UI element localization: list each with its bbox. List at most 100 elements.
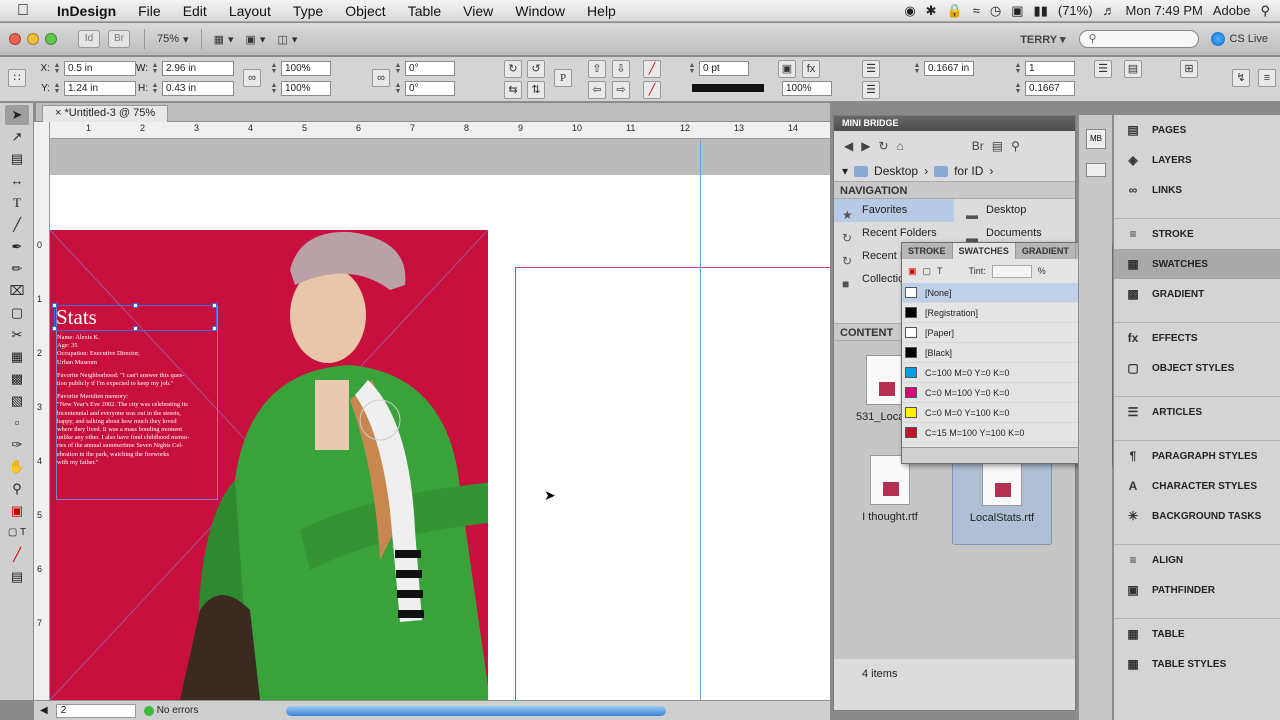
free-transform-tool-icon[interactable]: ▦ — [5, 347, 29, 367]
w-input[interactable]: 2.96 in — [162, 61, 234, 76]
bridge-icon[interactable]: Br — [972, 139, 984, 153]
spotlight-icon[interactable]: ⚲ — [1260, 3, 1270, 19]
tab-gradient[interactable]: GRADIENT — [1016, 243, 1076, 259]
fx-icon[interactable]: fx — [802, 60, 820, 78]
h-input[interactable]: 0.43 in — [162, 81, 234, 96]
type-tool-icon[interactable]: T — [5, 193, 29, 213]
dock-item-pathfinder[interactable]: ▣ PATHFINDER — [1114, 575, 1280, 605]
menu-window[interactable]: Window — [504, 3, 576, 19]
search-input[interactable]: ⚲ — [1079, 30, 1200, 48]
spinner-icon[interactable]: ▲ ▼ — [688, 62, 696, 75]
note-tool-icon[interactable]: ▫ — [5, 413, 29, 433]
display-icon[interactable]: ▣ — [1011, 3, 1023, 19]
stroke-weight-input[interactable]: 0 pt — [699, 61, 749, 76]
menu-help[interactable]: Help — [576, 3, 627, 19]
resize-handle[interactable] — [212, 326, 217, 331]
dock-item-links[interactable]: ∞ LINKS — [1114, 175, 1280, 205]
workspace-switcher[interactable]: TERRY ▾ — [1020, 33, 1079, 46]
screen-mode-icon[interactable]: ▤ — [5, 567, 29, 587]
tools-icon[interactable]: ▤ — [992, 139, 1003, 153]
dock-item-paragraph-styles[interactable]: ¶ PARAGRAPH STYLES — [1114, 441, 1280, 471]
favorite-desktop[interactable]: ▬ Desktop — [958, 199, 1066, 222]
tab-stroke[interactable]: STROKE — [902, 243, 953, 259]
spinner-icon[interactable]: ▲ ▼ — [151, 82, 159, 95]
panel-menu-icon[interactable]: ≡ — [1258, 69, 1276, 87]
breadcrumb-desktop[interactable]: Desktop — [874, 164, 918, 178]
zoom-level-dropdown[interactable]: 75% ▾ — [151, 31, 195, 48]
page-number-input[interactable]: 2 — [55, 703, 136, 718]
stats-heading[interactable]: Stats — [56, 305, 97, 330]
eyedropper-tool-icon[interactable]: ✑ — [5, 435, 29, 455]
forward-icon[interactable]: ▶ — [861, 139, 870, 153]
rectangle-frame-tool-icon[interactable]: ⌧ — [5, 281, 29, 301]
menu-edit[interactable]: Edit — [172, 3, 218, 19]
breadcrumb-for-id[interactable]: for ID — [954, 164, 983, 178]
time-machine-icon[interactable]: ◷ — [990, 3, 1001, 19]
panel-icon[interactable] — [1086, 163, 1106, 177]
spinner-icon[interactable]: ▲ ▼ — [270, 62, 278, 75]
constrain-proportions-icon[interactable]: ∞ — [243, 69, 261, 87]
stroke-type-swatch[interactable] — [692, 84, 764, 92]
scale-x-input[interactable]: 100% — [281, 61, 331, 76]
rotate-cw-icon[interactable]: ↻ — [504, 60, 522, 78]
align-left-icon[interactable]: ☰ — [862, 60, 880, 78]
arrange-documents-dropdown[interactable]: ◫ ▾ — [271, 31, 303, 48]
tint-input[interactable] — [991, 264, 1032, 278]
baseline-grid-icon[interactable]: ⊞ — [1180, 60, 1198, 78]
select-next-icon[interactable]: ⇨ — [612, 81, 630, 99]
spinner-icon[interactable]: ▲ ▼ — [394, 62, 402, 75]
align-center-icon[interactable]: ☰ — [862, 81, 880, 99]
lock-icon[interactable]: 🔒 — [947, 3, 963, 19]
tab-swatches[interactable]: SWATCHES — [952, 243, 1016, 259]
shear-input[interactable]: 0° — [405, 81, 455, 96]
pen-tool-icon[interactable]: ✒ — [5, 237, 29, 257]
hand-tool-icon[interactable]: ✋ — [5, 457, 29, 477]
menu-type[interactable]: Type — [282, 3, 334, 19]
chevron-down-icon[interactable]: ▾ — [842, 164, 848, 178]
container-icon[interactable]: ▢ — [923, 266, 932, 277]
vertical-guide[interactable] — [700, 139, 701, 700]
gutter-input[interactable]: 0.1667 — [1025, 81, 1075, 96]
apple-menu-icon[interactable]:  — [0, 2, 46, 20]
offset-top-input[interactable]: 0.1667 in — [924, 61, 974, 76]
minimize-window-button[interactable] — [27, 33, 39, 45]
adobe-menu[interactable]: Adobe — [1213, 3, 1251, 18]
menu-view[interactable]: View — [452, 3, 504, 19]
dock-item-character-styles[interactable]: A CHARACTER STYLES — [1114, 471, 1280, 501]
page-tool-icon[interactable]: ▤ — [5, 149, 29, 169]
gradient-feather-tool-icon[interactable]: ▧ — [5, 391, 29, 411]
opacity-input[interactable]: 100% — [782, 81, 832, 96]
dock-item-swatches[interactable]: ▦ SWATCHES — [1114, 249, 1280, 279]
rectangle-tool-icon[interactable]: ▢ — [5, 303, 29, 323]
spinner-icon[interactable]: ▲ ▼ — [1014, 62, 1022, 75]
spinner-icon[interactable]: ▲ ▼ — [394, 82, 402, 95]
dock-item-gradient[interactable]: ▩ GRADIENT — [1114, 279, 1280, 309]
flip-vertical-icon[interactable]: ⇅ — [527, 81, 545, 99]
resize-handle[interactable] — [212, 303, 217, 308]
dock-item-articles[interactable]: ☰ ARTICLES — [1114, 397, 1280, 427]
fill-stroke-icon[interactable]: ▣ — [5, 501, 29, 521]
direct-selection-tool-icon[interactable]: ↗ — [5, 127, 29, 147]
drop-shadow-icon[interactable]: ▣ — [778, 60, 796, 78]
spinner-icon[interactable]: ▲ ▼ — [270, 82, 278, 95]
dock-item-table-styles[interactable]: ▦ TABLE STYLES — [1114, 649, 1280, 679]
zoom-tool-icon[interactable]: ⚲ — [5, 479, 29, 499]
search-icon[interactable]: ⚲ — [1011, 139, 1020, 153]
screen-mode-dropdown[interactable]: ▣ ▾ — [240, 31, 272, 48]
resize-handle[interactable] — [133, 303, 138, 308]
close-window-button[interactable] — [9, 33, 21, 45]
vertical-justify-icon[interactable]: ☰ — [1094, 60, 1112, 78]
dock-item-object-styles[interactable]: ▢ OBJECT STYLES — [1114, 353, 1280, 383]
reference-point-icon[interactable]: ∷ — [8, 69, 26, 87]
dock-item-pages[interactable]: ▤ PAGES — [1114, 115, 1280, 145]
dock-item-layers[interactable]: ◈ LAYERS — [1114, 145, 1280, 175]
link-scale-icon[interactable]: ∞ — [372, 69, 390, 87]
stroke-none-icon[interactable]: ╱ — [643, 81, 661, 99]
dock-item-table[interactable]: ▦ TABLE — [1114, 619, 1280, 649]
bridge-button[interactable]: Br — [108, 30, 130, 48]
x-input[interactable]: 0.5 in — [64, 61, 136, 76]
spinner-icon[interactable]: ▲ ▼ — [913, 62, 921, 75]
line-tool-icon[interactable]: ╱ — [5, 215, 29, 235]
columns-input[interactable]: 1 — [1025, 61, 1075, 76]
dock-item-align[interactable]: ≡ ALIGN — [1114, 545, 1280, 575]
